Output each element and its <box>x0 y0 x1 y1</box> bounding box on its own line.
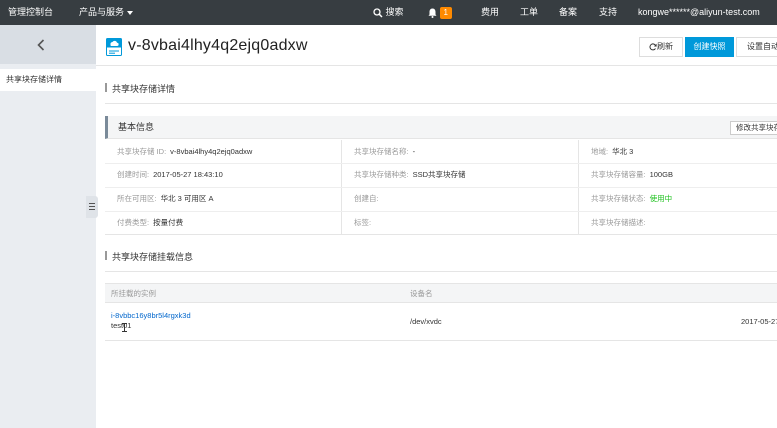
grid-divider <box>105 211 777 212</box>
device-name: /dev/xvdc <box>410 317 442 326</box>
field-status: 共享块存储状态: 使用中 <box>591 194 672 204</box>
field-value: 2017-05-27 18:43:10 <box>153 170 223 179</box>
grid-divider <box>105 187 777 188</box>
field-created-time: 创建时间: 2017-05-27 18:43:10 <box>117 170 223 180</box>
edit-disk-button[interactable]: 修改共享块存储 <box>730 121 777 135</box>
chevron-down-icon <box>127 10 134 15</box>
section-title-details: 共享块存储详情 <box>105 82 175 95</box>
section-divider <box>105 271 777 272</box>
sidebar-collapse-toggle[interactable] <box>86 196 98 218</box>
field-label: 共享块存储描述: <box>591 218 646 227</box>
field-billing-type: 付费类型: 按量付费 <box>117 218 183 228</box>
support-link[interactable]: 支持 <box>599 0 617 25</box>
products-menu[interactable]: 产品与服务 <box>79 0 134 25</box>
field-label: 创建时间: <box>117 170 150 179</box>
status-badge: 使用中 <box>649 194 673 203</box>
field-zone: 所在可用区: 华北 3 可用区 A <box>117 194 214 204</box>
table-row: i-8vbbc16y8br5l4rgxk3d test01 /dev/xvdc … <box>105 304 777 341</box>
block-storage-icon <box>106 38 122 56</box>
field-label: 共享块存储状态: <box>591 194 646 203</box>
field-label: 所在可用区: <box>117 194 157 203</box>
field-value: 100GB <box>649 170 673 179</box>
basic-info-header: 基本信息 <box>105 116 777 139</box>
menu-icon <box>89 203 95 204</box>
chevron-left-icon <box>37 39 45 51</box>
icp-link[interactable]: 备案 <box>559 0 577 25</box>
text-cursor <box>122 323 127 332</box>
basic-info-title: 基本信息 <box>118 122 155 132</box>
search-icon <box>373 7 383 18</box>
grid-divider <box>105 163 777 164</box>
field-disk-type: 共享块存储种类: SSD共享块存储 <box>354 170 466 180</box>
field-label: 共享块存储名称: <box>354 147 409 156</box>
billing-link[interactable]: 费用 <box>481 0 499 25</box>
header-divider <box>96 65 777 66</box>
sidebar: 共享块存储详情 <box>0 25 96 428</box>
field-label: 共享块存储 ID: <box>117 147 167 156</box>
field-capacity: 共享块存储容量: 100GB <box>591 170 673 180</box>
search-button[interactable]: 搜索 <box>373 0 404 25</box>
products-menu-label: 产品与服务 <box>79 7 125 17</box>
field-label: 创建自: <box>354 194 379 203</box>
field-disk-name: 共享块存储名称: - <box>354 147 415 157</box>
field-description: 共享块存储描述: <box>591 218 650 228</box>
refresh-icon <box>649 43 657 51</box>
field-region: 地域: 华北 3 <box>591 147 633 157</box>
field-tags: 标签: <box>354 218 375 228</box>
field-label: 标签: <box>354 218 372 227</box>
table-header: 所挂载的实例 设备名 <box>105 283 777 303</box>
notifications-button[interactable]: 1 <box>428 0 452 25</box>
field-value: 华北 3 可用区 A <box>160 194 214 203</box>
auto-snapshot-button[interactable]: 设置自动快照 <box>736 37 777 57</box>
top-navbar: 管理控制台 产品与服务 搜索 1 费用 工单 备案 支持 kongwe*****… <box>0 0 777 25</box>
column-header-instance: 所挂载的实例 <box>111 289 156 298</box>
create-snapshot-button[interactable]: 创建快照 <box>685 37 734 57</box>
basic-info-grid: 共享块存储 ID: v-8vbai4lhy4q2ejq0adxw 共享块存储名称:… <box>105 140 777 235</box>
instance-id-link[interactable]: i-8vbbc16y8br5l4rgxk3d <box>111 311 191 320</box>
section-divider <box>105 103 777 104</box>
field-value: - <box>412 147 416 156</box>
section-title-mount: 共享块存储挂载信息 <box>105 250 193 263</box>
column-header-device: 设备名 <box>410 289 433 298</box>
field-label: 付费类型: <box>117 218 150 227</box>
sidebar-item-disk-details[interactable]: 共享块存储详情 <box>0 69 96 91</box>
field-value: 华北 3 <box>612 147 634 156</box>
tickets-link[interactable]: 工单 <box>520 0 538 25</box>
notification-badge: 1 <box>439 6 452 19</box>
field-label: 地域: <box>591 147 609 156</box>
refresh-label: 刷新 <box>657 42 673 51</box>
field-label: 共享块存储容量: <box>591 170 646 179</box>
field-value: SSD共享块存储 <box>412 170 466 179</box>
page-title: v-8vbai4lhy4q2ejq0adxw <box>128 37 308 54</box>
back-button[interactable] <box>0 25 96 64</box>
search-label: 搜索 <box>385 7 404 17</box>
field-created-from: 创建自: <box>354 194 383 204</box>
bell-icon <box>428 8 437 18</box>
field-value: 按量付费 <box>153 218 184 227</box>
mount-time: 2017-05-27 <box>741 317 777 326</box>
console-link[interactable]: 管理控制台 <box>8 0 53 25</box>
field-label: 共享块存储种类: <box>354 170 409 179</box>
refresh-button[interactable]: 刷新 <box>639 37 683 57</box>
user-account-menu[interactable]: kongwe******@aliyun-test.com <box>638 0 760 25</box>
field-value: v-8vbai4lhy4q2ejq0adxw <box>170 147 253 156</box>
field-disk-id: 共享块存储 ID: v-8vbai4lhy4q2ejq0adxw <box>117 147 252 157</box>
